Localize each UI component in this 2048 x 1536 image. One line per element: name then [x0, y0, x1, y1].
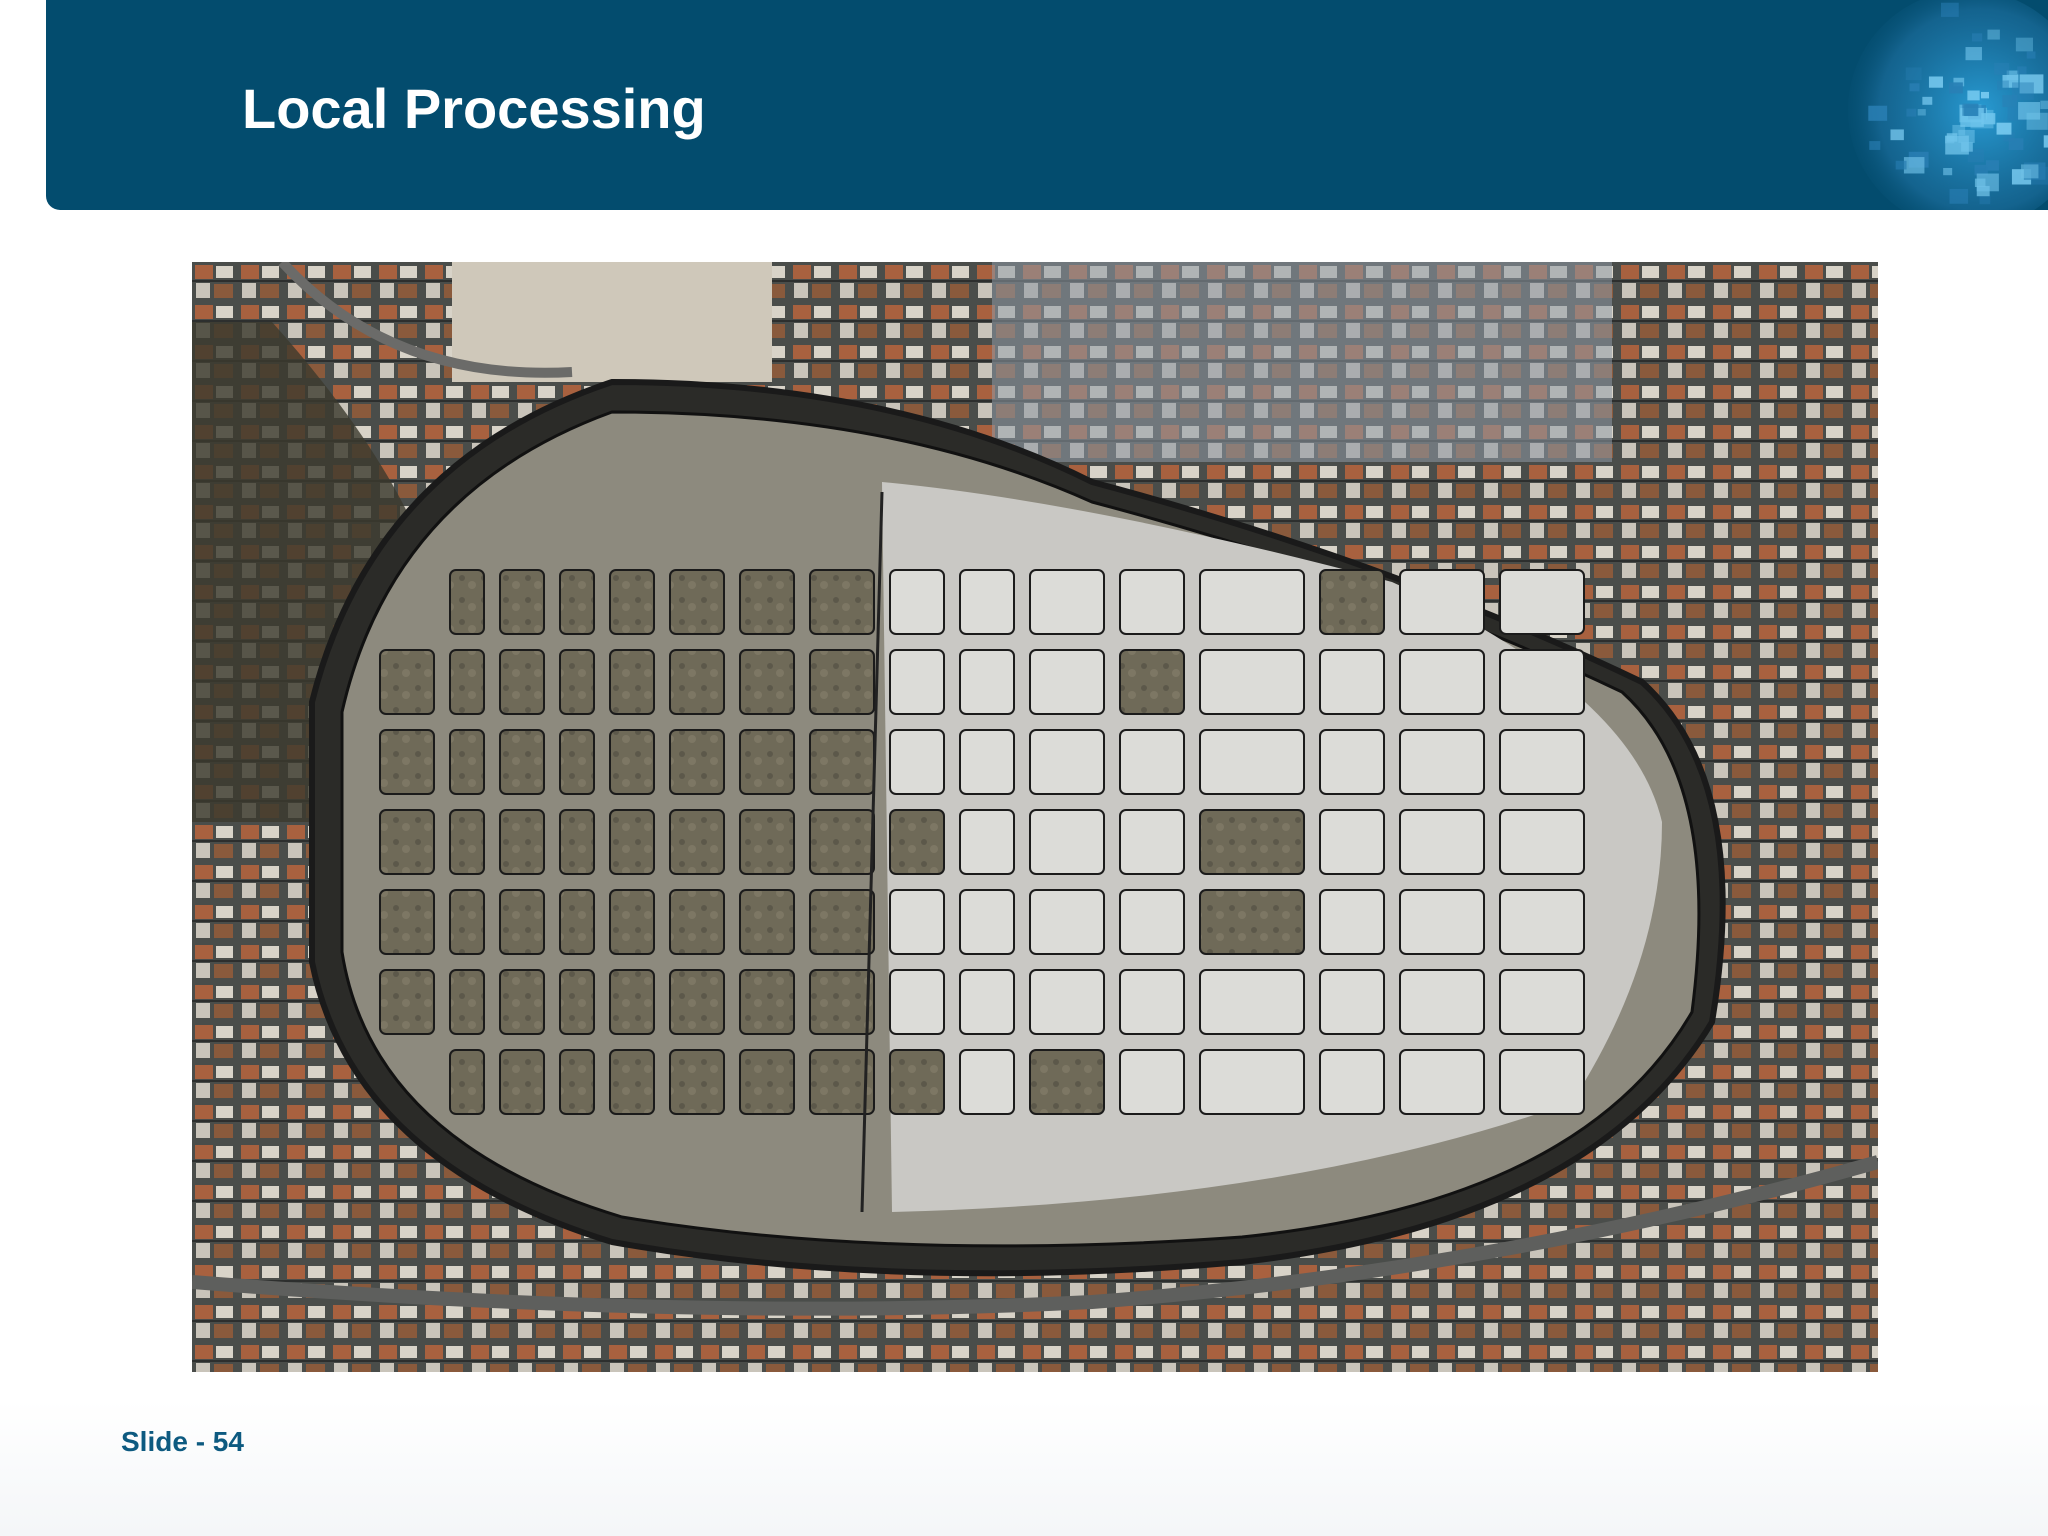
- slide-number: Slide - 54: [121, 1426, 244, 1457]
- globe-mosaic-icon: [1818, 0, 2048, 210]
- slide-title: Local Processing: [242, 77, 706, 140]
- slide-background-fade: [0, 1400, 2048, 1536]
- aerial-photo: [192, 262, 1878, 1372]
- title-bar: Local Processing: [46, 0, 2048, 210]
